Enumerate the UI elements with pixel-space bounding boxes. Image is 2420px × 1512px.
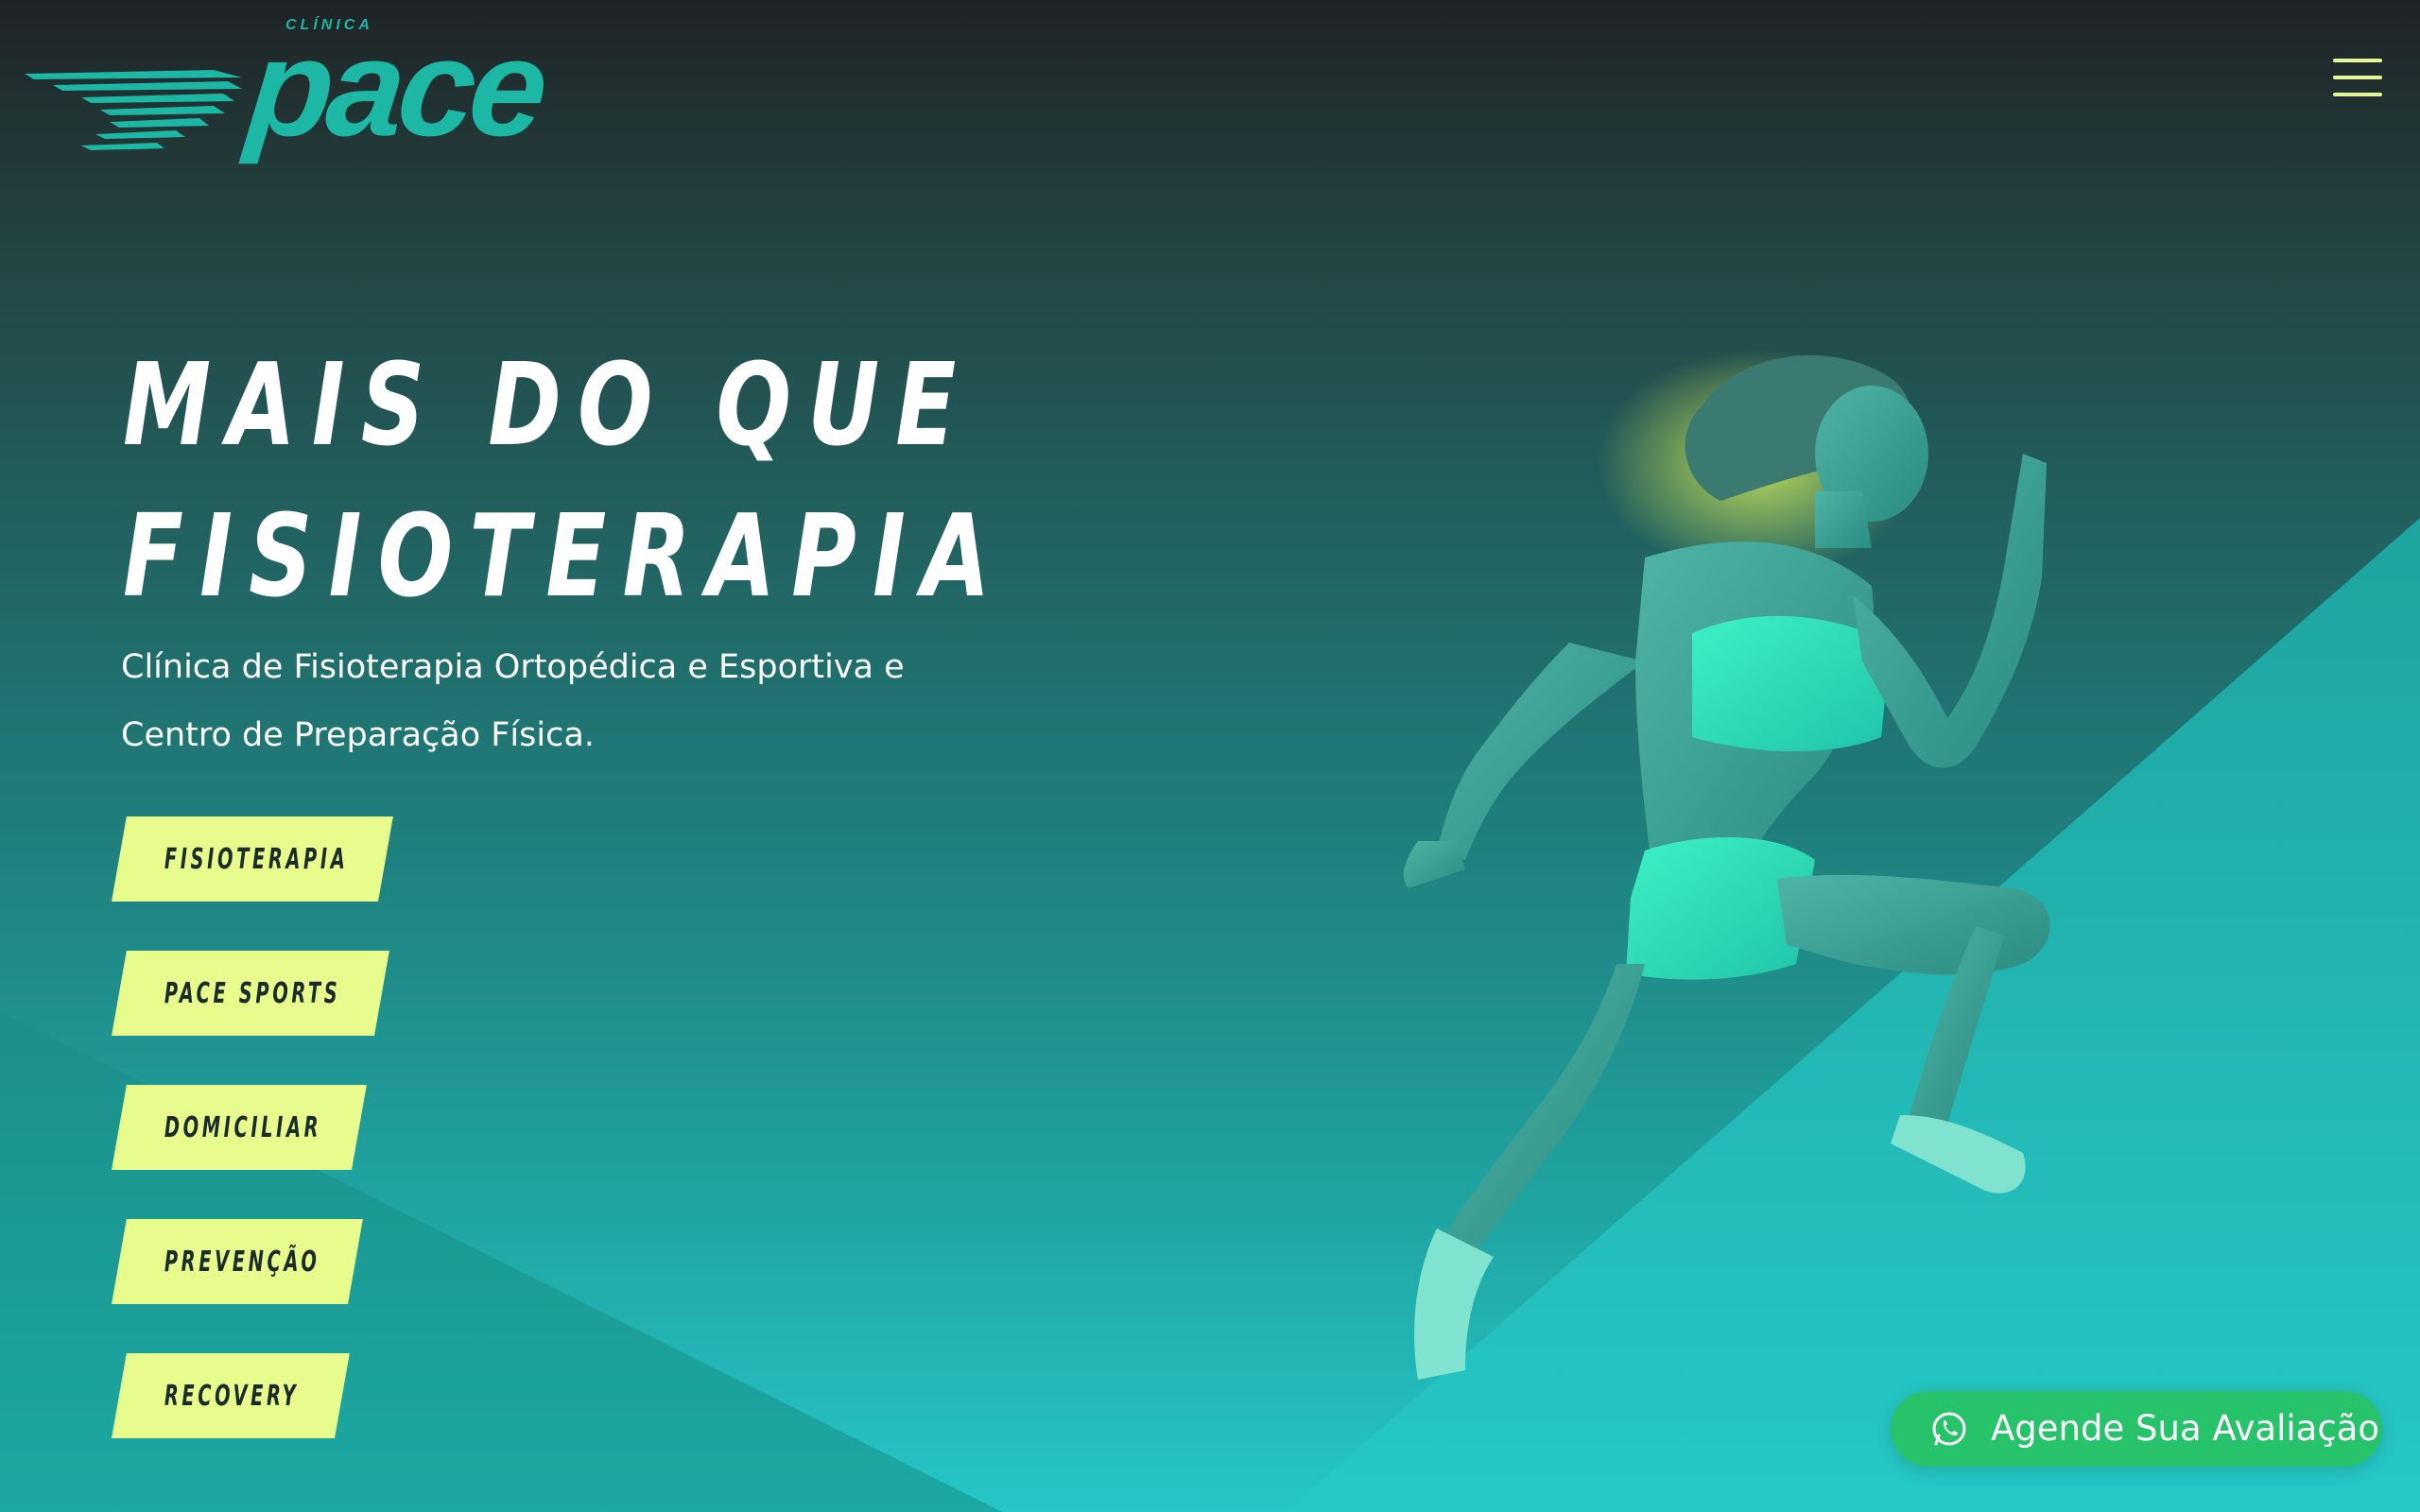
menu-bar — [2333, 59, 2382, 62]
service-button-fisioterapia[interactable]: FISIOTERAPIA — [112, 816, 393, 902]
menu-bar — [2333, 76, 2382, 79]
runner-illustration — [1403, 350, 2050, 1380]
hero-subtitle-line1: Clínica de Fisioterapia Ortopédica e Esp… — [121, 648, 905, 686]
service-label-text: PREVENÇÃO — [164, 1245, 320, 1279]
whatsapp-button-label: Agende Sua Avaliação — [1991, 1408, 2379, 1449]
speed-lines-icon — [25, 70, 242, 150]
hero-subtitle-line2: Centro de Preparação Física. — [121, 716, 595, 754]
service-button-prevencao[interactable]: PREVENÇÃO — [112, 1219, 363, 1304]
service-label: DOMICILIAR — [119, 1111, 383, 1144]
service-label-text: DOMICILIAR — [164, 1110, 322, 1144]
hero-title: MAIS DO QUE FISIOTERAPIA — [123, 331, 1081, 633]
service-label: FISIOTERAPIA — [119, 843, 420, 876]
service-button-domiciliar[interactable]: DOMICILIAR — [112, 1085, 367, 1170]
whatsapp-schedule-button[interactable]: Agende Sua Avaliação — [1891, 1391, 2382, 1467]
hero-subtitle: Clínica de Fisioterapia Ortopédica e Esp… — [121, 633, 934, 769]
service-label: PREVENÇÃO — [119, 1246, 381, 1279]
hamburger-menu-icon[interactable] — [2333, 59, 2382, 96]
service-button-pace-sports[interactable]: PACE SPORTS — [112, 951, 389, 1036]
hero-title-line1: MAIS DO QUE — [123, 340, 973, 472]
service-label-text: FISIOTERAPIA — [164, 842, 349, 876]
hero-title-line2: FISIOTERAPIA — [123, 491, 1007, 623]
service-label: PACE SPORTS — [119, 977, 409, 1010]
menu-bar — [2333, 93, 2382, 96]
service-label-text: PACE SPORTS — [164, 976, 341, 1010]
service-label: RECOVERY — [119, 1380, 352, 1413]
service-label-text: RECOVERY — [164, 1379, 300, 1413]
service-button-recovery[interactable]: RECOVERY — [112, 1353, 350, 1438]
brand-name: pace — [241, 10, 550, 164]
whatsapp-icon — [1932, 1412, 1966, 1446]
